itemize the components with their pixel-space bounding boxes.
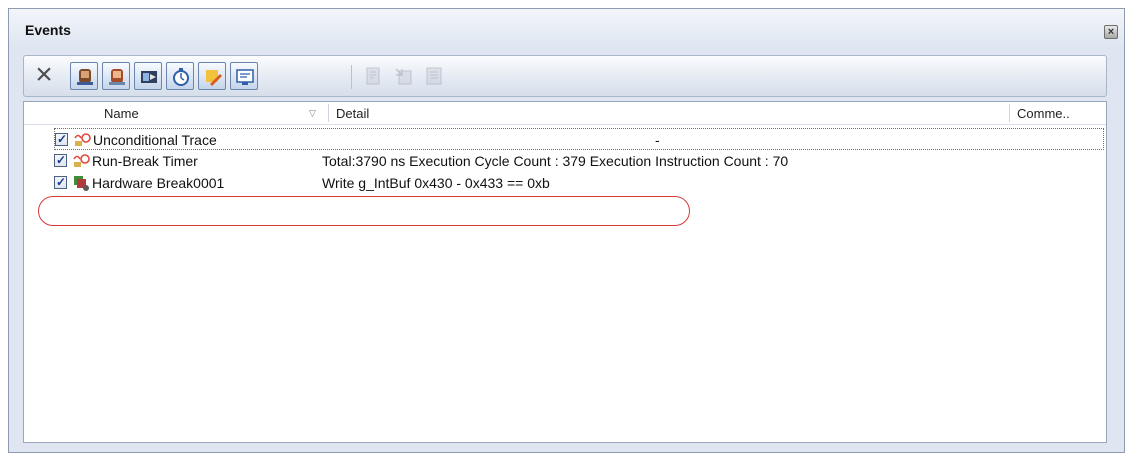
hardware-break-filter-icon[interactable]	[70, 62, 98, 90]
table-row[interactable]: ✓ Unconditional Trace -	[54, 128, 1104, 150]
delete-icon[interactable]: ×	[30, 60, 58, 90]
panel-title: Events	[25, 22, 71, 38]
trace-event-icon	[74, 133, 91, 146]
column-detail[interactable]: Detail	[336, 106, 369, 121]
title-bar: Events ×	[9, 9, 1124, 49]
column-divider	[328, 104, 329, 122]
table-row[interactable]: ✓ Run-Break Timer Total:3790 ns Executio…	[54, 150, 1104, 172]
condition-filter-icon[interactable]	[198, 62, 226, 90]
highlight-outline	[38, 196, 690, 226]
software-break-filter-icon[interactable]	[102, 62, 130, 90]
column-divider	[1009, 104, 1010, 122]
row-detail: Total:3790 ns Execution Cycle Count : 37…	[322, 153, 789, 169]
timer-event-icon	[73, 154, 90, 167]
edit-condition-icon[interactable]	[360, 62, 388, 90]
toolbar-separator	[351, 65, 352, 89]
row-detail: -	[655, 132, 660, 148]
close-icon[interactable]: ×	[1104, 25, 1118, 39]
row-name: Hardware Break0001	[92, 175, 225, 191]
jump-disassemble-icon[interactable]	[420, 62, 448, 90]
column-name[interactable]: Name	[104, 106, 139, 121]
column-comment[interactable]: Comme..	[1017, 106, 1070, 121]
row-detail: Write g_IntBuf 0x430 - 0x433 == 0xb	[322, 175, 550, 191]
row-name: Unconditional Trace	[93, 132, 217, 148]
row-checkbox[interactable]: ✓	[54, 175, 67, 189]
events-list: Name ▽ Detail Comme.. ✓ Unconditional Tr…	[23, 101, 1107, 443]
row-checkbox[interactable]: ✓	[55, 132, 68, 146]
row-checkbox[interactable]: ✓	[54, 153, 67, 167]
row-name: Run-Break Timer	[92, 153, 198, 169]
toolbar: ×	[23, 55, 1107, 97]
events-panel: Events × × Name ▽ Detail Comme.. ✓ Uncon…	[8, 8, 1125, 453]
table-row[interactable]: ✓ Hardware Break0001 Write g_IntBuf 0x43…	[54, 172, 1104, 194]
list-header: Name ▽ Detail Comme..	[24, 102, 1106, 125]
display-filter-icon[interactable]	[230, 62, 258, 90]
timer-filter-icon[interactable]	[166, 62, 194, 90]
hardware-break-icon	[74, 176, 89, 191]
trace-filter-icon[interactable]	[134, 62, 162, 90]
jump-source-icon[interactable]	[390, 62, 418, 90]
sort-arrow-icon: ▽	[309, 108, 316, 118]
